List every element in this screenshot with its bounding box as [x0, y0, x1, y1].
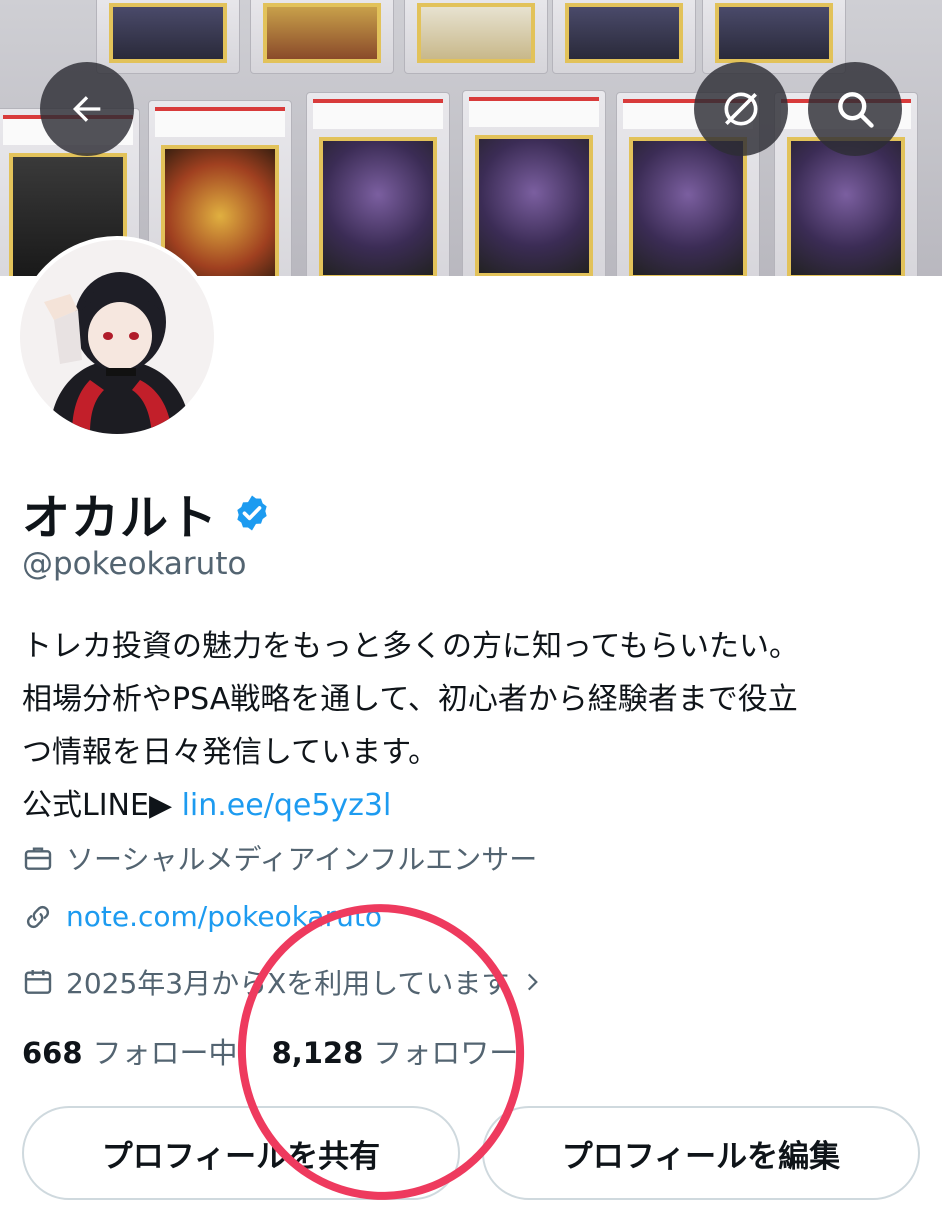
- following-count: 668: [22, 1036, 83, 1070]
- followers-label: フォロワー: [373, 1036, 519, 1070]
- category-text: ソーシャルメディアインフルエンサー: [66, 843, 538, 876]
- followers-count: 8,128: [271, 1036, 364, 1070]
- translate-button[interactable]: [694, 62, 788, 156]
- bio-line: トレカ投資の魅力をもっと多くの方に知ってもらいたい。: [22, 629, 799, 664]
- edit-profile-button[interactable]: プロフィールを編集: [482, 1106, 920, 1200]
- website-row: note.com/pokeokaruto: [22, 900, 382, 933]
- line-prefix: 公式LINE▶: [22, 788, 173, 823]
- verified-badge-icon: [237, 495, 267, 531]
- display-name-text: オカルト: [22, 490, 219, 546]
- banner-card-slab: [250, 0, 394, 74]
- banner-card-slab: [306, 92, 450, 276]
- bio: トレカ投資の魅力をもっと多くの方に知ってもらいたい。 相場分析やPSA戦略を通し…: [22, 620, 927, 832]
- avatar[interactable]: [16, 236, 218, 438]
- banner-card-slab: [96, 0, 240, 74]
- display-name: オカルト: [22, 478, 272, 548]
- share-profile-button[interactable]: プロフィールを共有: [22, 1106, 460, 1200]
- calendar-icon: [24, 970, 52, 994]
- line-link[interactable]: lin.ee/qe5yz3l: [182, 788, 392, 823]
- banner-card-slab: [702, 0, 846, 74]
- link-icon: [26, 905, 50, 928]
- chevron-right-icon: [528, 973, 539, 991]
- banner-card-slab: [552, 0, 696, 74]
- banner-card-slab: [404, 0, 548, 74]
- avatar-illustration: [20, 240, 214, 434]
- profile-banner[interactable]: [0, 0, 942, 276]
- website-link[interactable]: note.com/pokeokaruto: [66, 900, 382, 933]
- handle: @pokeokaruto: [22, 546, 247, 582]
- bio-line: 相場分析やPSA戦略を通して、初心者から経験者まで役立: [22, 682, 798, 717]
- globe-slash-icon: [724, 92, 758, 126]
- joined-text: 2025年3月からXを利用しています: [66, 967, 510, 1000]
- arrow-left-icon: [73, 96, 101, 122]
- bio-line: つ情報を日々発信しています。: [22, 735, 439, 770]
- following-label: フォロー中: [92, 1036, 238, 1070]
- search-icon: [838, 92, 874, 128]
- bio-line-link: 公式LINE▶ lin.ee/qe5yz3l: [22, 779, 927, 832]
- category-row: ソーシャルメディアインフルエンサー: [22, 838, 537, 878]
- banner-card-slab: [148, 100, 292, 276]
- joined-row[interactable]: 2025年3月からXを利用しています: [22, 962, 557, 1002]
- banner-card-slab: [462, 90, 606, 276]
- following-stat[interactable]: 668 フォロー中: [22, 1030, 238, 1072]
- followers-stat[interactable]: 8,128 フォロワー: [272, 1030, 519, 1072]
- back-button[interactable]: [40, 62, 134, 156]
- search-button[interactable]: [808, 62, 902, 156]
- briefcase-icon: [24, 847, 52, 870]
- follow-stats: 668 フォロー中 8,128 フォロワー: [22, 1030, 518, 1072]
